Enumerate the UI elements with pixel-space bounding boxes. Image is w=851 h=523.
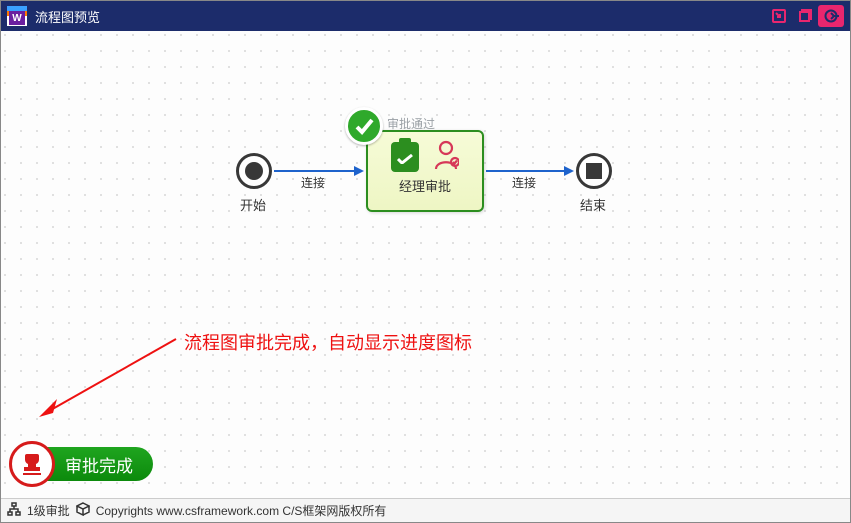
minimize-to-tray-button[interactable] xyxy=(766,5,792,27)
end-node-label: 结束 xyxy=(580,195,606,214)
status-level-label: 1级审批 xyxy=(27,502,70,519)
edge-2-line[interactable] xyxy=(486,170,566,172)
approved-badge-label: 审批通过 xyxy=(387,115,435,132)
annotation-text: 流程图审批完成，自动显示进度图标 xyxy=(184,329,472,355)
edge-1-line[interactable] xyxy=(274,170,356,172)
edge-2-label: 连接 xyxy=(512,174,536,191)
task-node-label: 经理审批 xyxy=(368,176,482,201)
end-node[interactable] xyxy=(576,153,612,189)
clipboard-check-icon xyxy=(391,142,419,172)
title-bar: W 流程图预览 xyxy=(1,1,850,31)
annotation-arrow-icon xyxy=(31,331,181,431)
task-node-manager-approval[interactable]: 经理审批 xyxy=(366,130,484,212)
flowchart-canvas[interactable]: 开始 连接 经理审批 审批通过 连接 结束 流程图审批完成，自动显示进度图标 xyxy=(1,31,850,498)
approved-check-badge-icon xyxy=(345,107,383,145)
edge-1-arrowhead-icon xyxy=(354,166,364,176)
stamp-icon xyxy=(9,441,55,487)
cube-icon xyxy=(76,502,90,519)
edge-1-label: 连接 xyxy=(301,174,325,191)
close-button[interactable] xyxy=(818,5,844,27)
edge-2-arrowhead-icon xyxy=(564,166,574,176)
app-logo: W xyxy=(7,6,27,26)
maximize-button[interactable] xyxy=(792,5,818,27)
person-icon xyxy=(433,140,459,175)
status-copyright-label: Copyrights www.csframework.com C/S框架网版权所… xyxy=(96,502,387,519)
app-logo-letter: W xyxy=(9,11,25,25)
window-title: 流程图预览 xyxy=(35,7,100,26)
start-node[interactable] xyxy=(236,153,272,189)
status-bar: 1级审批 Copyrights www.csframework.com C/S框… xyxy=(1,498,850,522)
approval-complete-stamp: 审批完成 xyxy=(9,441,153,487)
sitemap-icon xyxy=(7,502,21,519)
start-node-label: 开始 xyxy=(240,195,266,214)
